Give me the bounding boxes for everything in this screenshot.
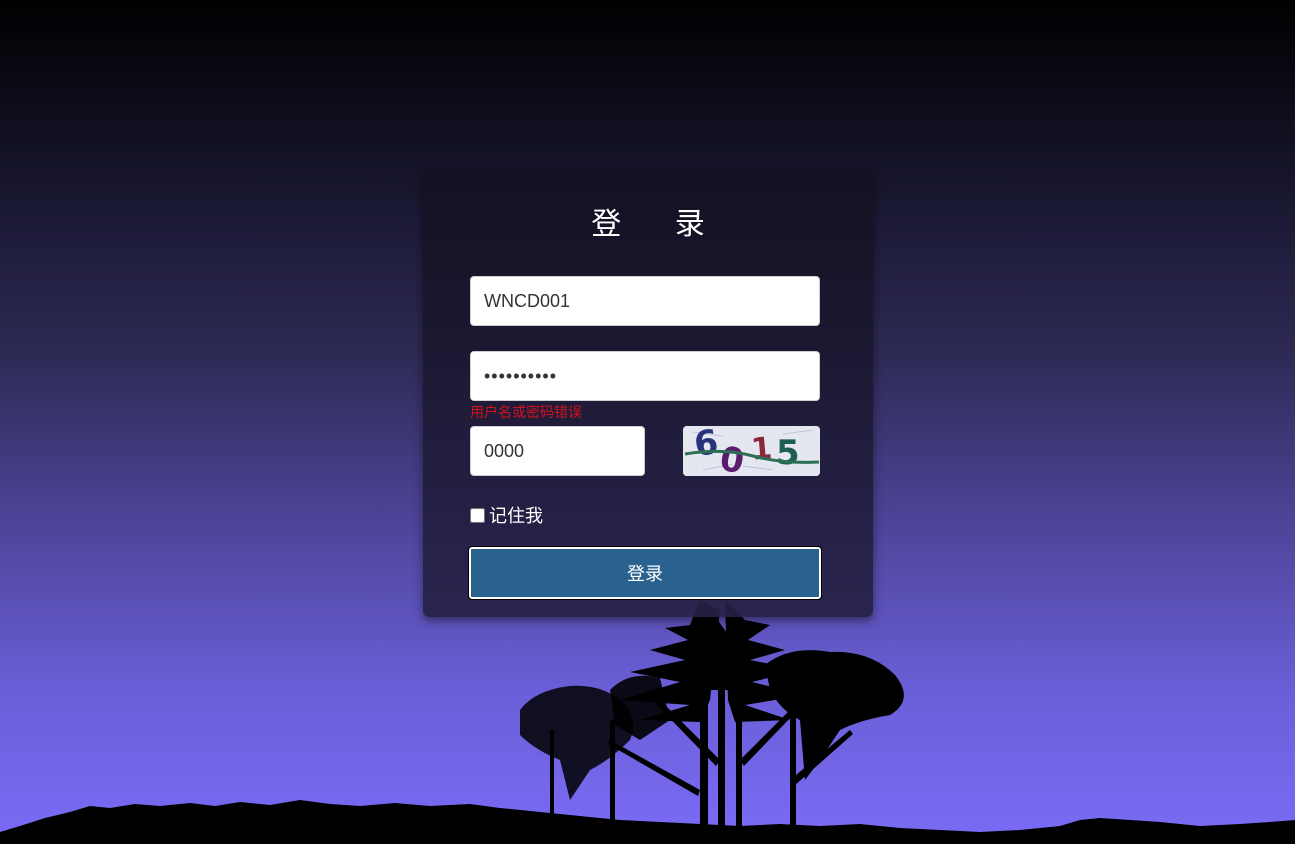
login-panel: 登 录 用户名或密码错误 6 0 1 5 记住我 登录 <box>423 169 873 617</box>
username-input[interactable] <box>470 276 820 326</box>
captcha-digit: 6 <box>692 426 721 465</box>
login-error-message: 用户名或密码错误 <box>470 405 582 421</box>
captcha-input[interactable] <box>470 426 645 476</box>
remember-me-label: 记住我 <box>489 506 543 527</box>
remember-me-checkbox[interactable] <box>470 507 485 523</box>
login-button[interactable]: 登录 <box>468 546 822 600</box>
password-input[interactable] <box>470 351 820 401</box>
remember-me[interactable]: 记住我 <box>470 502 543 528</box>
login-title: 登 录 <box>591 207 727 242</box>
captcha-digit: 1 <box>750 431 774 468</box>
captcha-image[interactable]: 6 0 1 5 <box>683 426 820 476</box>
captcha-digit: 5 <box>776 433 800 473</box>
